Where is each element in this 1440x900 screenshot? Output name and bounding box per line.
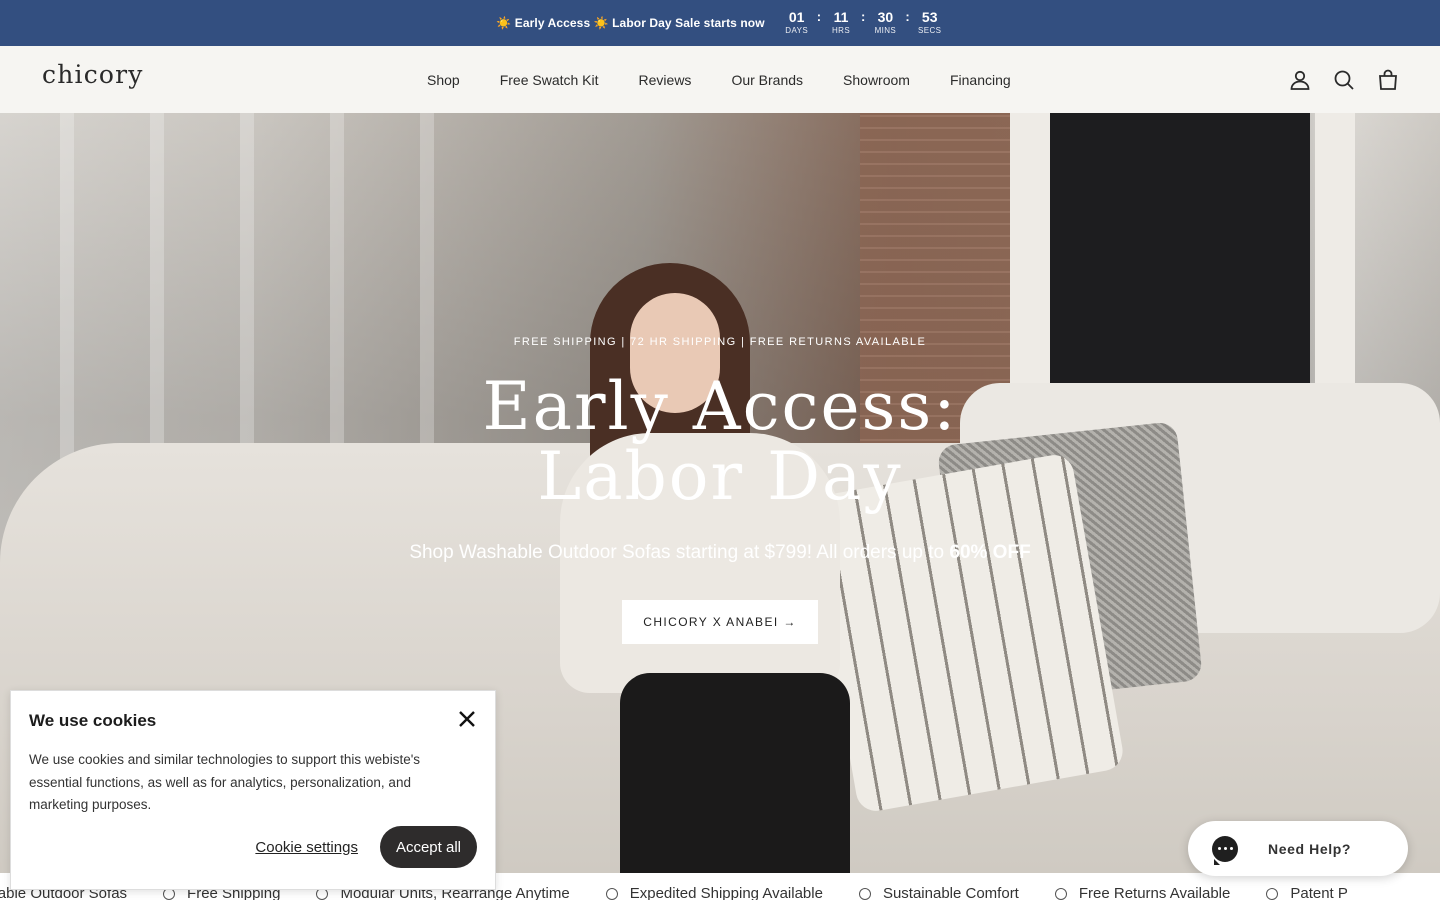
marquee-item-label: Patent P — [1290, 885, 1348, 900]
site-header: chicory Shop Free Swatch Kit Reviews Our… — [0, 46, 1440, 113]
chat-dot — [1218, 846, 1221, 850]
nav-item-free-swatch-kit[interactable]: Free Swatch Kit — [480, 72, 619, 88]
countdown-value: 30 — [877, 9, 894, 25]
cart-icon[interactable] — [1376, 68, 1400, 92]
countdown-value: 53 — [921, 9, 938, 25]
countdown-separator: : — [816, 9, 822, 24]
help-chat-label: Need Help? — [1268, 840, 1352, 857]
cookie-text: We use cookies and similar technologies … — [29, 752, 421, 812]
marquee-item-label: Sustainable Comfort — [882, 885, 1019, 900]
close-icon[interactable] — [457, 709, 477, 729]
hero-subtitle-highlight: 60% OFF — [949, 542, 1031, 563]
nav-item-financing[interactable]: Financing — [930, 72, 1031, 88]
cookie-settings-link[interactable]: Cookie settings — [255, 839, 358, 856]
account-icon[interactable] — [1288, 68, 1312, 92]
cookie-dialog: We use cookies We use cookies and simila… — [10, 690, 496, 890]
hero-title: Early Access: Labor Day — [370, 372, 1070, 512]
countdown-timer: 01 DAYS : 11 HRS : 30 MINS : 53 SECS — [783, 9, 944, 37]
nav-item-reviews[interactable]: Reviews — [619, 72, 712, 88]
countdown-value: 11 — [833, 9, 849, 25]
header-actions — [1288, 46, 1400, 113]
accept-all-button[interactable]: Accept all — [379, 826, 477, 868]
marquee-item: Expedited Shipping Available — [605, 885, 823, 900]
nav-item-our-brands[interactable]: Our Brands — [711, 72, 823, 88]
help-chat-button[interactable]: Need Help? — [1188, 821, 1408, 876]
hero-title-line: Labor Day — [537, 438, 903, 515]
benefit-icon — [858, 887, 871, 900]
marquee-item: Patent P — [1266, 885, 1348, 900]
marquee-item-label: Free Returns Available — [1078, 885, 1231, 900]
search-icon[interactable] — [1332, 68, 1356, 92]
countdown-label: MINS — [874, 26, 897, 35]
marquee-item-label: Expedited Shipping Available — [629, 885, 823, 900]
cookie-actions: Cookie settings Accept all — [255, 826, 477, 868]
hero-subtitle-text: Shop Washable Outdoor Sofas starting at … — [409, 542, 950, 563]
marquee-item: Sustainable Comfort — [858, 885, 1019, 900]
countdown-label: HRS — [831, 26, 851, 35]
nav-item-showroom[interactable]: Showroom — [823, 72, 930, 88]
nav-item-shop[interactable]: Shop — [407, 72, 480, 88]
announcement-bar: ☀️ Early Access ☀️ Labor Day Sale starts… — [0, 0, 1440, 46]
countdown-separator: : — [905, 9, 910, 24]
chat-dot — [1224, 846, 1227, 850]
main-nav: Shop Free Swatch Kit Reviews Our Brands … — [407, 46, 1031, 113]
hero-subtitle: Shop Washable Outdoor Sofas starting at … — [409, 542, 1030, 564]
benefit-icon — [1266, 887, 1279, 900]
announcement-text[interactable]: ☀️ Early Access ☀️ Labor Day Sale starts… — [496, 16, 764, 30]
chat-dot — [1230, 846, 1233, 850]
countdown-separator: : — [861, 9, 866, 24]
countdown-days: 01 DAYS — [783, 9, 811, 37]
countdown-label: SECS — [918, 26, 942, 35]
countdown-seconds: 53 SECS — [916, 9, 944, 37]
countdown-minutes: 30 MINS — [871, 9, 899, 37]
countdown-value: 01 — [788, 9, 805, 25]
cookie-title: We use cookies — [29, 711, 157, 730]
countdown-hours: 11 HRS — [827, 9, 855, 37]
marquee-item: Free Returns Available — [1054, 885, 1231, 900]
benefit-icon — [605, 887, 618, 900]
countdown-label: DAYS — [785, 26, 809, 35]
chat-icon — [1212, 835, 1238, 865]
chat-dots — [1218, 846, 1233, 850]
hero-title-line: Early Access: — [482, 368, 958, 445]
hero-cta-button[interactable]: CHICORY X ANABEI → — [622, 600, 818, 644]
benefit-icon — [1054, 887, 1067, 900]
hero-kicker: FREE SHIPPING | 72 HR SHIPPING | FREE RE… — [513, 336, 927, 348]
site-logo[interactable]: chicory — [42, 60, 144, 89]
